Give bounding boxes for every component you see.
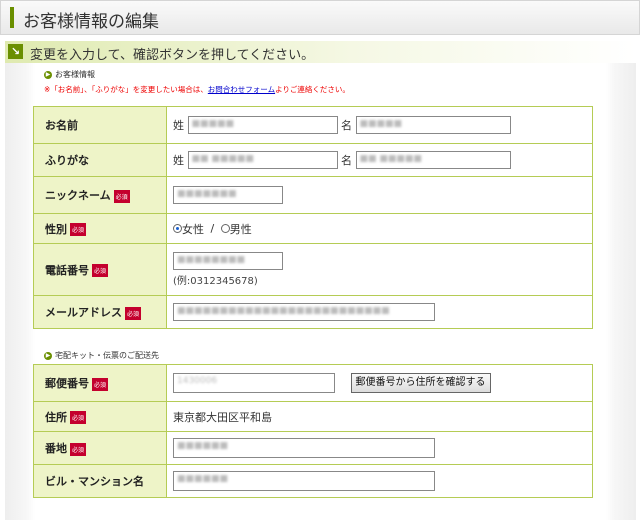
last-name-value: ■■■■■ — [191, 119, 235, 129]
furigana-label: ふりがな — [33, 143, 167, 177]
address-label: 住所 必須 — [33, 401, 167, 432]
row-postal: 郵便番号 必須 1430006 郵便番号から住所を確認する — [33, 364, 593, 402]
required-badge: 必須 — [125, 306, 142, 320]
section-customer-label: お客様情報 — [55, 70, 95, 79]
row-email: メールアドレス 必須 ■■■■■■■■■■■■■■■■■■■■■■■■■ — [33, 295, 593, 329]
nickname-value: ■■■■■■■ — [177, 189, 237, 199]
email-cell: ■■■■■■■■■■■■■■■■■■■■■■■■■ — [166, 295, 593, 329]
email-input[interactable]: ■■■■■■■■■■■■■■■■■■■■■■■■■ — [173, 303, 435, 321]
building-input[interactable]: ■■■■■■ — [173, 471, 435, 491]
gender-label-text: 性別 — [45, 222, 67, 236]
page-title: お客様情報の編集 — [23, 12, 159, 32]
female-label[interactable]: 女性 — [182, 223, 204, 236]
phone-cell: ■■■■■■■■ (例:0312345678) — [166, 243, 593, 296]
customer-info-table: お名前 姓 ■■■■■ 名 ■■■■■ ふりがな 姓 ■■ ■■■■■ 名 ■■… — [33, 106, 593, 329]
section-delivery-title: ▶ 宅配キット・伝票のご配送先 — [44, 350, 159, 361]
address-label-text: 住所 — [45, 410, 67, 424]
section-delivery-label: 宅配キット・伝票のご配送先 — [55, 351, 159, 360]
postal-value: 1430006 — [177, 376, 218, 386]
postal-lookup-button[interactable]: 郵便番号から住所を確認する — [350, 373, 491, 393]
last-name-label: 姓 — [173, 119, 184, 132]
last-kana-value: ■■ ■■■■■ — [191, 154, 254, 164]
first-kana-label: 名 — [341, 154, 352, 167]
first-kana-input[interactable]: ■■ ■■■■■ — [355, 151, 511, 169]
street-label-text: 番地 — [45, 442, 67, 455]
male-label[interactable]: 男性 — [230, 223, 252, 236]
postal-cell: 1430006 郵便番号から住所を確認する — [166, 364, 593, 402]
street-label: 番地 必須 — [33, 431, 167, 465]
first-name-value: ■■■■■ — [359, 119, 403, 129]
first-name-label: 名 — [341, 119, 352, 132]
radio-male[interactable] — [220, 224, 230, 233]
note-text-pre: ※「お名前」、「ふりがな」を変更したい場合は、 — [44, 85, 208, 94]
email-value: ■■■■■■■■■■■■■■■■■■■■■■■■■ — [177, 306, 390, 316]
address-cell: 東京都大田区平和島 — [166, 401, 593, 432]
email-label-text: メールアドレス — [45, 306, 122, 319]
first-kana-value: ■■ ■■■■■ — [359, 154, 422, 164]
phone-label: 電話番号 必須 — [33, 243, 167, 296]
nickname-label: ニックネーム 必須 — [33, 176, 167, 214]
nickname-label-text: ニックネーム — [45, 189, 111, 202]
postal-input[interactable]: 1430006 — [173, 373, 335, 393]
row-furigana: ふりがな 姓 ■■ ■■■■■ 名 ■■ ■■■■■ — [33, 143, 593, 177]
arrow-down-right-icon: ↘ — [8, 44, 23, 59]
row-name: お名前 姓 ■■■■■ 名 ■■■■■ — [33, 106, 593, 144]
nickname-input[interactable]: ■■■■■■■ — [173, 186, 283, 204]
gender-separator: / — [210, 222, 215, 235]
delivery-table: 郵便番号 必須 1430006 郵便番号から住所を確認する 住所 必須 東京都大田区… — [33, 364, 593, 498]
phone-example: (例:0312345678) — [173, 276, 258, 287]
row-building: ビル・マンション名 ■■■■■■ — [33, 464, 593, 498]
street-input[interactable]: ■■■■■■ — [173, 438, 435, 458]
required-badge: 必須 — [92, 377, 109, 391]
row-address: 住所 必須 東京都大田区平和島 — [33, 401, 593, 432]
street-cell: ■■■■■■ — [166, 431, 593, 465]
radio-female[interactable] — [173, 224, 182, 233]
postal-label-text: 郵便番号 — [45, 377, 89, 390]
required-badge: 必須 — [92, 264, 109, 277]
phone-label-text: 電話番号 — [45, 263, 89, 277]
name-label-text: お名前 — [45, 119, 78, 132]
furigana-cell: 姓 ■■ ■■■■■ 名 ■■ ■■■■■ — [166, 143, 593, 177]
page-header: お客様情報の編集 — [0, 0, 640, 35]
address-value: 東京都大田区平和島 — [173, 410, 272, 424]
instruction-bar: ↘ 変更を入力して、確認ボタンを押してください。 — [5, 41, 636, 63]
required-badge: 必須 — [113, 189, 130, 203]
email-label: メールアドレス 必須 — [33, 295, 167, 329]
header-accent-bar — [10, 7, 14, 28]
section-customer-title: ▶ お客様情報 — [44, 69, 95, 80]
instruction-text: 変更を入力して、確認ボタンを押してください。 — [30, 48, 315, 63]
building-label-text: ビル・マンション名 — [45, 475, 144, 488]
street-value: ■■■■■■ — [177, 441, 229, 451]
building-value: ■■■■■■ — [177, 474, 229, 484]
gender-label: 性別 必須 — [33, 213, 167, 244]
row-gender: 性別 必須 女性 / 男性 — [33, 213, 593, 244]
name-label: お名前 — [33, 106, 167, 144]
name-change-note: ※「お名前」、「ふりがな」を変更したい場合は、お問合わせフォームよりご連絡くださ… — [44, 84, 350, 95]
building-label: ビル・マンション名 — [33, 464, 167, 498]
last-kana-label: 姓 — [173, 154, 184, 167]
nickname-cell: ■■■■■■■ — [166, 176, 593, 214]
last-name-input[interactable]: ■■■■■ — [187, 116, 338, 134]
required-badge: 必須 — [70, 442, 87, 456]
row-nickname: ニックネーム 必須 ■■■■■■■ — [33, 176, 593, 214]
gender-cell: 女性 / 男性 — [166, 213, 593, 244]
bullet-icon: ▶ — [44, 70, 52, 79]
bullet-icon: ▶ — [44, 351, 52, 360]
required-badge: 必須 — [70, 223, 87, 236]
row-phone: 電話番号 必須 ■■■■■■■■ (例:0312345678) — [33, 243, 593, 296]
building-cell: ■■■■■■ — [166, 464, 593, 498]
phone-input[interactable]: ■■■■■■■■ — [173, 252, 283, 270]
last-kana-input[interactable]: ■■ ■■■■■ — [187, 151, 338, 169]
first-name-input[interactable]: ■■■■■ — [355, 116, 511, 134]
required-badge: 必須 — [70, 411, 87, 424]
phone-value: ■■■■■■■■ — [177, 255, 246, 265]
postal-label: 郵便番号 必須 — [33, 364, 167, 402]
name-cell: 姓 ■■■■■ 名 ■■■■■ — [166, 106, 593, 144]
row-street: 番地 必須 ■■■■■■ — [33, 431, 593, 465]
furigana-label-text: ふりがな — [45, 154, 89, 167]
note-text-post: よりご連絡ください。 — [275, 85, 350, 94]
inquiry-form-link[interactable]: お問合わせフォーム — [208, 85, 275, 94]
